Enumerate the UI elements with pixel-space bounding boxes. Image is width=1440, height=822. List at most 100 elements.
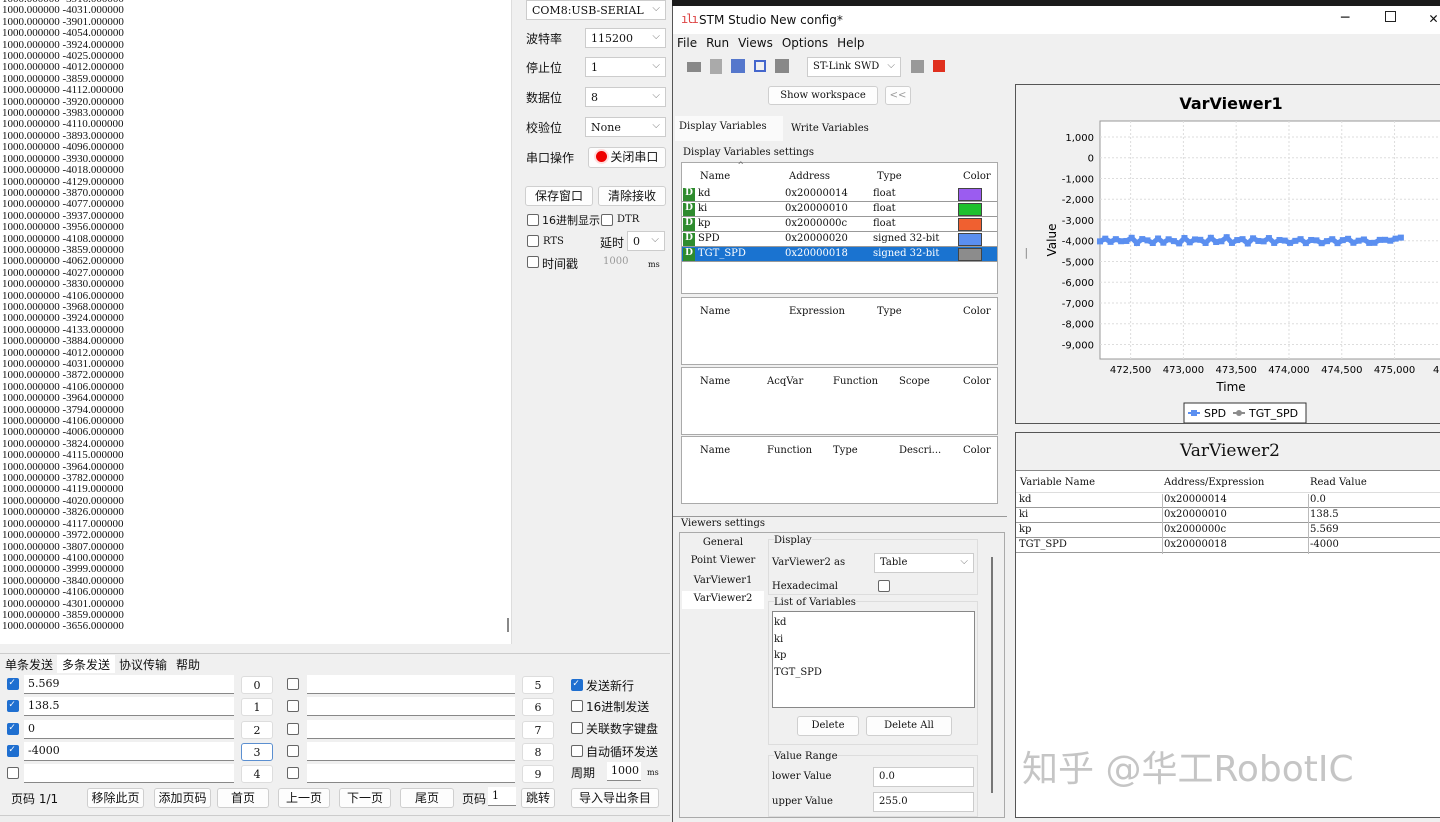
send-row-checkbox[interactable]	[7, 678, 19, 690]
dtr-checkbox[interactable]	[601, 214, 613, 226]
send-row-checkbox[interactable]	[287, 700, 299, 712]
send-row-button[interactable]: 1	[241, 698, 273, 716]
hex-send-checkbox[interactable]	[571, 700, 583, 712]
col-color[interactable]: Color	[963, 171, 991, 182]
send-row-button[interactable]: 0	[241, 676, 273, 694]
variable-row[interactable]: DSPD0x20000020signed 32-bit	[682, 232, 997, 247]
send-row-input[interactable]: -4000	[24, 742, 234, 761]
remove-page-button[interactable]: 移除此页	[87, 788, 144, 808]
send-row-input[interactable]	[307, 742, 515, 761]
lower-value-input[interactable]: 0.0	[873, 767, 974, 787]
tab-multi-send[interactable]: 多条发送	[57, 655, 115, 673]
send-row-checkbox[interactable]	[287, 745, 299, 757]
upper-value-input[interactable]: 255.0	[873, 792, 974, 812]
varviewer1-chart[interactable]: VarViewer11,0000-1,000-2,000-3,000-4,000…	[1016, 85, 1440, 424]
stop-icon[interactable]	[933, 60, 945, 72]
color-swatch[interactable]	[958, 218, 982, 231]
send-row-button[interactable]: 6	[522, 698, 554, 716]
tab-single-send[interactable]: 单条发送	[0, 655, 58, 673]
tab-protocol[interactable]: 协议传输	[114, 655, 172, 673]
send-row-input[interactable]: 0	[24, 720, 234, 739]
table-header[interactable]: Read Value	[1310, 477, 1367, 488]
clear-receive-button[interactable]: 清除接收	[598, 186, 666, 206]
col-color[interactable]: Color	[963, 445, 991, 456]
col-type[interactable]: Type	[877, 306, 902, 317]
send-row-button[interactable]: 2	[241, 721, 273, 739]
list-item[interactable]: TGT_SPD	[774, 665, 973, 682]
viewer-tab-point-viewer[interactable]: Point Viewer	[682, 555, 764, 566]
tab-write-variables[interactable]: Write Variables	[785, 118, 885, 141]
first-page-button[interactable]: 首页	[217, 788, 269, 808]
send-row-input[interactable]	[24, 764, 234, 783]
col-color[interactable]: Color	[963, 306, 991, 317]
menu-run[interactable]: Run	[706, 36, 729, 50]
period-input[interactable]: 1000	[607, 762, 641, 781]
auto-loop-checkbox[interactable]	[571, 745, 583, 757]
variable-row[interactable]: DTGT_SPD0x20000018signed 32-bit	[682, 247, 997, 262]
list-item[interactable]: kd	[774, 615, 973, 632]
send-newline-checkbox[interactable]	[571, 679, 583, 691]
send-row-checkbox[interactable]	[287, 678, 299, 690]
send-row-checkbox[interactable]	[287, 767, 299, 779]
menu-views[interactable]: Views	[738, 36, 773, 50]
link-keypad-checkbox[interactable]	[571, 722, 583, 734]
send-row-checkbox[interactable]	[7, 723, 19, 735]
table-row[interactable]: kd0x200000140.0	[1016, 493, 1440, 508]
import-export-button[interactable]: 导入导出条目	[571, 788, 659, 808]
prev-page-button[interactable]: 上一页	[278, 788, 330, 808]
list-item[interactable]: kp	[774, 648, 973, 665]
send-row-checkbox[interactable]	[7, 700, 19, 712]
viewer-tab-varviewer2[interactable]: VarViewer2	[682, 591, 764, 609]
run-icon[interactable]	[911, 60, 924, 73]
color-swatch[interactable]	[958, 203, 982, 216]
delete-all-button[interactable]: Delete All	[866, 716, 952, 736]
close-icon[interactable]: ✕	[1429, 9, 1438, 27]
col-name[interactable]: Name	[700, 445, 730, 456]
next-page-button[interactable]: 下一页	[339, 788, 391, 808]
table-row[interactable]: ki0x20000010138.5	[1016, 508, 1440, 523]
hex-display-checkbox[interactable]	[527, 214, 539, 226]
data-select[interactable]: 8⌵	[585, 87, 666, 107]
rts-checkbox[interactable]	[527, 235, 539, 247]
send-row-input[interactable]	[307, 720, 515, 739]
send-row-input[interactable]	[307, 675, 515, 694]
col-expression[interactable]: Expression	[789, 306, 845, 317]
send-row-button[interactable]: 5	[522, 676, 554, 694]
timestamp-checkbox[interactable]	[527, 256, 539, 268]
send-row-button[interactable]: 4	[241, 765, 273, 783]
send-row-button[interactable]: 7	[522, 721, 554, 739]
col-description[interactable]: Descri...	[899, 445, 941, 456]
hexadecimal-checkbox[interactable]	[878, 580, 890, 592]
menu-options[interactable]: Options	[782, 36, 828, 50]
col-name[interactable]: Name	[700, 171, 730, 182]
color-swatch[interactable]	[958, 188, 982, 201]
send-row-input[interactable]: 5.569	[24, 675, 234, 694]
variable-row[interactable]: Dkp0x2000000cfloat	[682, 217, 997, 232]
col-name[interactable]: Name	[700, 306, 730, 317]
send-row-checkbox[interactable]	[7, 767, 19, 779]
send-row-checkbox[interactable]	[7, 745, 19, 757]
menu-help[interactable]: Help	[837, 36, 864, 50]
send-row-button[interactable]: 9	[522, 765, 554, 783]
stop-select[interactable]: 1⌵	[585, 57, 666, 77]
close-port-button[interactable]: 关闭串口	[588, 147, 666, 168]
menu-file[interactable]: File	[677, 36, 697, 50]
list-item[interactable]: ki	[774, 632, 973, 649]
settings-scrollbar[interactable]	[991, 557, 993, 793]
show-workspace-button[interactable]: Show workspace	[768, 86, 878, 105]
jump-button[interactable]: 跳转	[521, 788, 555, 808]
collapse-button[interactable]: <<	[885, 86, 911, 105]
receive-log[interactable]: 1000.000000 -3916.0000001000.000000 -403…	[0, 0, 512, 644]
send-row-input[interactable]	[307, 697, 515, 716]
page-input[interactable]: 1	[488, 787, 516, 806]
send-row-checkbox[interactable]	[287, 723, 299, 735]
connection-select[interactable]: ST-Link SWD⌵	[807, 57, 901, 77]
last-page-button[interactable]: 尾页	[400, 788, 454, 808]
table-row[interactable]: TGT_SPD0x20000018-4000	[1016, 538, 1440, 553]
col-type[interactable]: Type	[833, 445, 858, 456]
baud-select[interactable]: 115200⌵	[585, 28, 666, 48]
viewer-tab-varviewer1[interactable]: VarViewer1	[682, 575, 764, 586]
send-row-input[interactable]: 138.5	[24, 697, 234, 716]
col-address[interactable]: Address	[789, 171, 830, 182]
send-row-input[interactable]	[307, 764, 515, 783]
